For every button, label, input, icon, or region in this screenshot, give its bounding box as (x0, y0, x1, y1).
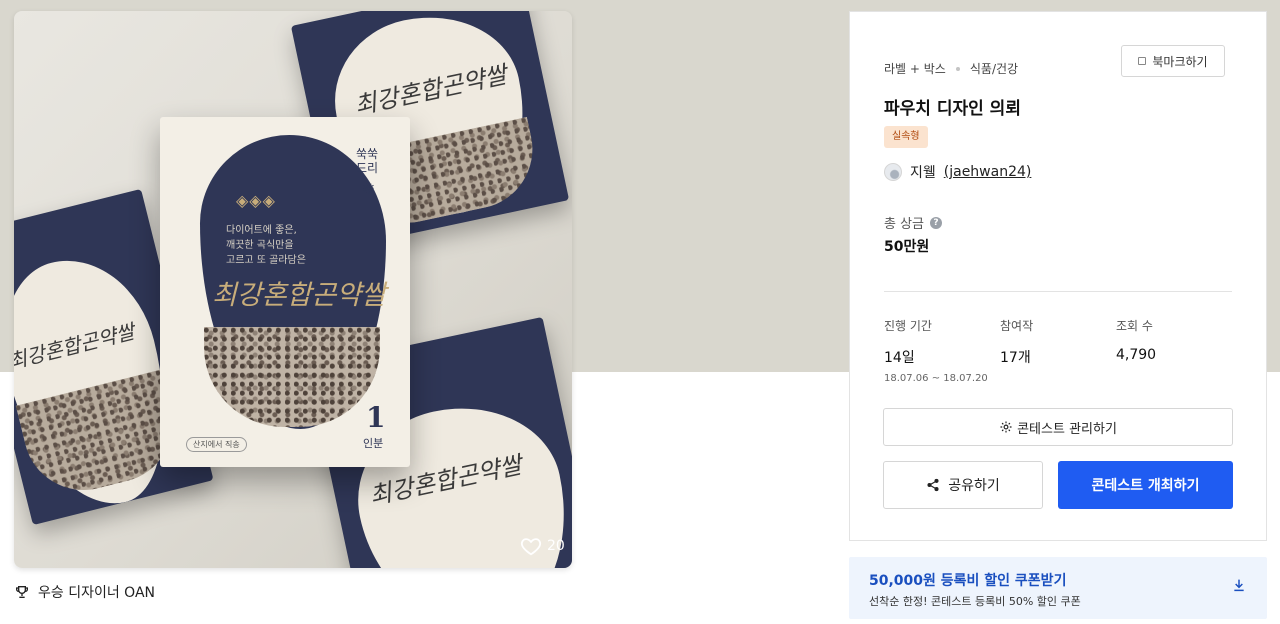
category-sub[interactable]: 식품/건강 (970, 60, 1018, 77)
bookmark-label: 북마크하기 (1152, 54, 1208, 69)
prize-value: 50만원 (884, 239, 930, 255)
winner-designer: 우승 디자이너 OAN (14, 582, 155, 602)
separator-dot (955, 66, 960, 71)
package-brand: 쑥쑥 드리 (356, 147, 379, 175)
author-info[interactable]: 지웰 (jaehwan24) (884, 162, 1031, 182)
box-package: 쑥쑥 드리 ❅ ◈◈◈ 다이어트에 좋은, 깨끗한 곡식만을 고르고 또 골라담… (160, 117, 410, 467)
package-desc: 다이어트에 좋은, 깨끗한 곡식만을 고르고 또 골라담은 (226, 225, 306, 266)
package-number: 1 (366, 401, 386, 434)
avatar (884, 163, 902, 181)
package-number-sub: 인분 (363, 437, 384, 450)
stat-value: 4,790 (1116, 347, 1157, 363)
coupon-banner[interactable]: 50,000원 등록비 할인 쿠폰받기 선착순 한정! 콘테스트 등록비 50%… (849, 557, 1267, 619)
bookmark-button[interactable]: 북마크하기 (1121, 45, 1225, 77)
stat-label: 진행 기간 (884, 319, 932, 333)
contest-info-panel: 라벨 + 박스 식품/건강 북마크하기 파우치 디자인 의뢰 실속형 지웰 (j… (849, 11, 1267, 541)
author-name: 지웰 (910, 165, 936, 181)
divider (884, 291, 1232, 292)
trophy-icon (16, 586, 28, 598)
share-icon (927, 478, 939, 492)
manage-contest-button[interactable]: 콘테스트 관리하기 (883, 408, 1233, 446)
wheat-icon: ◈◈◈ (236, 191, 276, 210)
gear-icon (1000, 421, 1012, 433)
stat-date-range: 18.07.06 ~ 18.07.20 (884, 373, 988, 384)
share-label: 공유하기 (948, 478, 1000, 494)
host-contest-button[interactable]: 콘테스트 개최하기 (1058, 461, 1233, 509)
winner-text: 우승 디자이너 OAN (38, 585, 156, 601)
like-count: 20 (547, 538, 565, 554)
contest-winner-image[interactable]: 최강혼합곤약쌀 최강혼합곤약쌀 최강혼합곤약쌀 쑥쑥 드리 ❅ ◈◈◈ 다이어트… (14, 11, 572, 568)
package-seal: 산지에서 직송 (186, 437, 247, 452)
stat-label: 조회 수 (1116, 319, 1153, 333)
stat-entries: 참여작 17개 (1000, 317, 1033, 367)
stat-value: 14일 (884, 350, 915, 366)
stat-duration: 진행 기간 14일 18.07.06 ~ 18.07.20 (884, 317, 988, 384)
help-icon[interactable]: ? (930, 216, 943, 229)
wheat-icon: ❅ (362, 179, 376, 198)
coupon-subtitle: 선착순 한정! 콘테스트 등록비 50% 할인 쿠폰 (869, 595, 1081, 608)
like-button[interactable]: 20 (520, 535, 565, 557)
stat-label: 참여작 (1000, 319, 1034, 333)
stat-value: 17개 (1000, 350, 1031, 366)
package-title: 최강혼합곤약쌀 (212, 280, 386, 311)
download-icon[interactable] (1231, 577, 1247, 593)
manage-label: 콘테스트 관리하기 (1017, 421, 1117, 437)
prize-label: 총 상금 ? (884, 213, 943, 232)
stat-views: 조회 수 4,790 (1116, 317, 1156, 363)
package-rice (204, 327, 380, 427)
bookmark-icon (1138, 57, 1147, 65)
category-main[interactable]: 라벨 + 박스 (884, 60, 946, 77)
grade-badge: 실속형 (884, 126, 928, 148)
coupon-title: 50,000원 등록비 할인 쿠폰받기 (869, 573, 1067, 589)
heart-icon (520, 538, 542, 556)
contest-title: 파우치 디자인 의뢰 (884, 99, 1021, 119)
category-breadcrumb: 라벨 + 박스 식품/건강 (884, 60, 1018, 77)
share-button[interactable]: 공유하기 (883, 461, 1043, 509)
prize-label-text: 총 상금 (884, 217, 925, 232)
author-handle[interactable]: (jaehwan24) (944, 164, 1032, 180)
